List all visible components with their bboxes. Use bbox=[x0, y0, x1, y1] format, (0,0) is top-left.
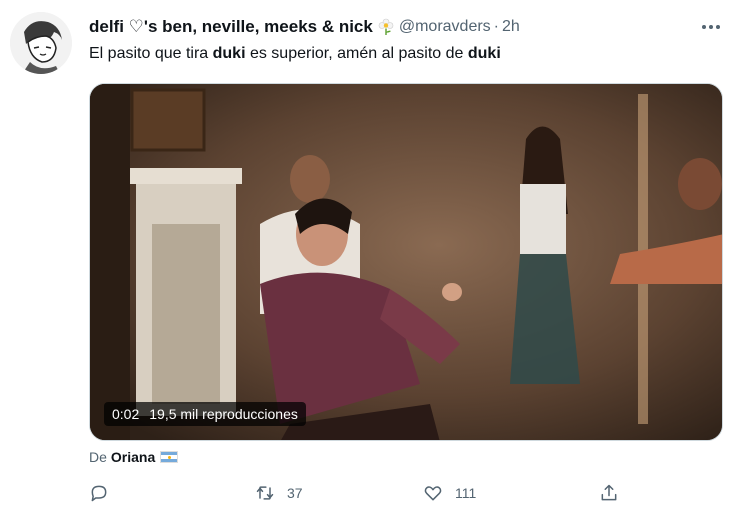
tweet-header: delfi ♡'s ben, neville, meeks & nick @mo… bbox=[89, 16, 726, 38]
video-frame bbox=[90, 84, 722, 440]
like-button[interactable]: 111 bbox=[423, 483, 476, 503]
tweet-text-part: El pasito que tira bbox=[89, 45, 213, 62]
retweet-button[interactable]: 37 bbox=[255, 483, 303, 503]
tweet-text-bold: duki bbox=[467, 45, 501, 62]
tweet-actions: 37 111 bbox=[89, 483, 629, 509]
share-button[interactable] bbox=[599, 483, 619, 503]
avatar[interactable] bbox=[10, 12, 72, 74]
video-time: 0:02 bbox=[112, 406, 140, 422]
like-count: 111 bbox=[455, 485, 477, 501]
user-handle[interactable]: @moravders bbox=[399, 18, 491, 36]
media-attribution: De Oriana bbox=[89, 449, 179, 465]
retweet-icon bbox=[256, 486, 274, 500]
flower-emoji-icon bbox=[377, 18, 395, 36]
video-player[interactable]: 0:02 19,5 mil reproducciones bbox=[89, 83, 723, 441]
reply-icon bbox=[91, 485, 107, 502]
timestamp[interactable]: 2h bbox=[502, 18, 520, 36]
tweet-text: El pasito que tira duki es superior, amé… bbox=[89, 45, 501, 63]
heart-icon bbox=[424, 486, 442, 501]
attribution-prefix: De bbox=[89, 449, 107, 465]
avatar-drawing bbox=[10, 12, 72, 74]
tweet-text-bold: duki bbox=[212, 45, 246, 62]
reply-button[interactable] bbox=[89, 483, 109, 503]
share-icon bbox=[601, 484, 617, 501]
retweet-count: 37 bbox=[287, 485, 303, 501]
video-badge: 0:02 19,5 mil reproducciones bbox=[104, 402, 306, 426]
more-options-icon[interactable] bbox=[696, 16, 726, 38]
video-views: 19,5 mil reproducciones bbox=[149, 406, 298, 422]
display-name[interactable]: delfi ♡'s ben, neville, meeks & nick bbox=[89, 17, 373, 37]
separator-dot: · bbox=[493, 18, 499, 35]
tweet-text-part: es superior, amén al pasito de bbox=[245, 45, 468, 62]
argentina-flag-icon bbox=[160, 451, 179, 463]
attribution-name[interactable]: Oriana bbox=[111, 449, 155, 465]
